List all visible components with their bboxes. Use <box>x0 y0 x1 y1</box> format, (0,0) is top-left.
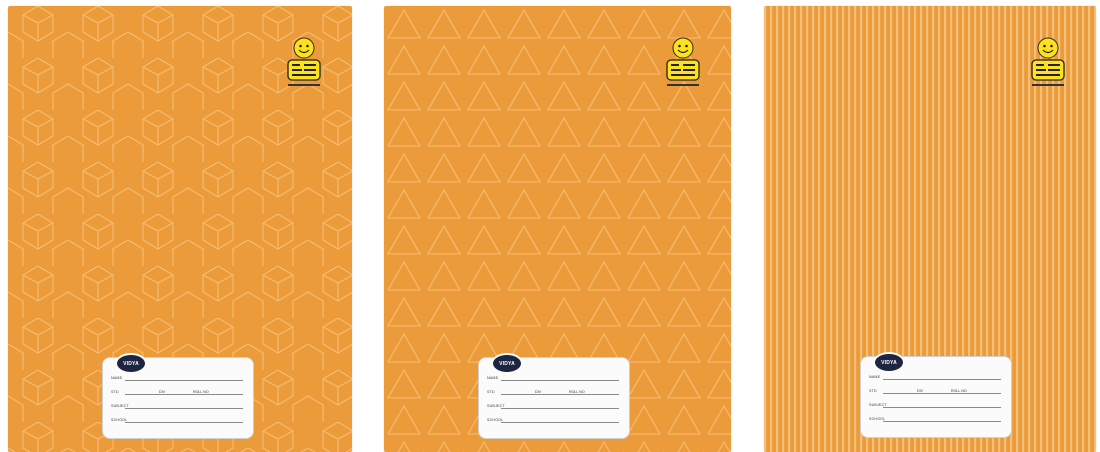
notebook-cover-triangle: VIDYA NAME STD DIV ROLL NO SUBJECT SCHOO… <box>384 6 731 452</box>
smiley-mascot-icon <box>1026 34 1070 94</box>
std-field-line <box>501 394 619 395</box>
std-field-row: STD DIV ROLL NO <box>869 385 1001 394</box>
school-field-row: SCHOOL <box>487 414 619 423</box>
name-field-row: NAME <box>487 372 619 381</box>
name-field-row: NAME <box>869 371 1001 380</box>
name-field-label: NAME <box>111 376 123 380</box>
std-field-row: STD DIV ROLL NO <box>487 386 619 395</box>
subject-field-row: SUBJECT <box>111 400 243 409</box>
brand-badge: VIDYA <box>491 353 523 374</box>
std-field-line <box>125 394 243 395</box>
name-field-line <box>883 379 1001 380</box>
name-label-sticker: VIDYA NAME STD DIV ROLL NO SUBJECT SCHOO… <box>102 353 254 439</box>
name-field-line <box>501 380 619 381</box>
subject-field-row: SUBJECT <box>869 399 1001 408</box>
subject-field-line <box>125 408 243 409</box>
name-field-line <box>125 380 243 381</box>
name-label-sticker: VIDYA NAME STD DIV ROLL NO SUBJECT SCHOO… <box>478 353 630 439</box>
std-field-label: STD <box>487 390 495 394</box>
name-field-label: NAME <box>487 376 499 380</box>
school-field-line <box>501 422 619 423</box>
school-field-row: SCHOOL <box>111 414 243 423</box>
brand-badge: VIDYA <box>115 353 147 374</box>
std-field-label: STD <box>111 390 119 394</box>
school-field-line <box>125 422 243 423</box>
name-field-row: NAME <box>111 372 243 381</box>
subject-field-line <box>883 407 1001 408</box>
notebook-cover-hexagon: VIDYA NAME STD DIV ROLL NO SUBJECT SCHOO… <box>8 6 352 452</box>
std-field-label: STD <box>869 389 877 393</box>
std-field-row: STD DIV ROLL NO <box>111 386 243 395</box>
smiley-mascot-icon <box>661 34 705 94</box>
notebook-cover-stripes: VIDYA NAME STD DIV ROLL NO SUBJECT SCHOO… <box>764 6 1096 452</box>
subject-field-row: SUBJECT <box>487 400 619 409</box>
subject-field-line <box>501 408 619 409</box>
school-field-row: SCHOOL <box>869 413 1001 422</box>
name-label-sticker: VIDYA NAME STD DIV ROLL NO SUBJECT SCHOO… <box>860 352 1012 438</box>
school-field-line <box>883 421 1001 422</box>
smiley-mascot-icon <box>282 34 326 94</box>
brand-badge: VIDYA <box>873 352 905 373</box>
std-field-line <box>883 393 1001 394</box>
name-field-label: NAME <box>869 375 881 379</box>
